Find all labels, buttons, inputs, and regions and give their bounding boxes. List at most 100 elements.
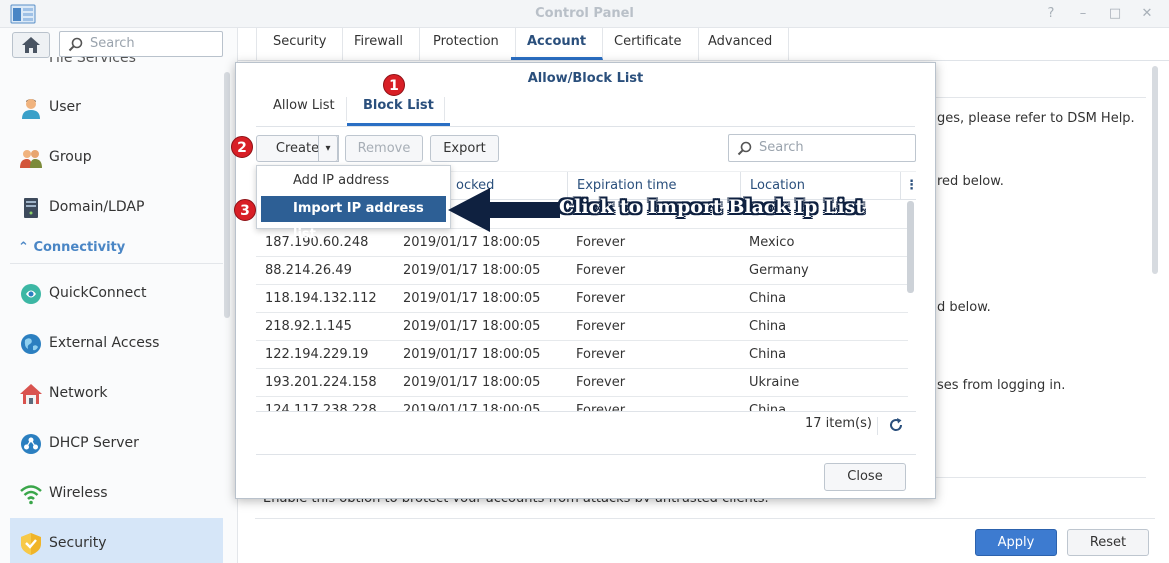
domain-ldap-icon [24,198,38,218]
table-row[interactable]: 218.92.1.145 2019/01/17 18:00:05 Forever… [256,313,908,341]
tab-firewall[interactable]: Firewall [338,28,421,60]
cell-time: 2019/01/17 18:00:05 [403,375,541,390]
sidebar-category-divider [10,263,223,264]
sidebar-item-label: Security [49,535,107,551]
table-row[interactable]: 118.194.132.112 2019/01/17 18:00:05 Fore… [256,285,908,313]
sidebar-item-wireless[interactable]: Wireless [10,470,223,516]
quickconnect-icon [21,284,41,304]
background-text: ges, please refer to DSM Help. [937,111,1135,126]
home-button[interactable] [12,32,50,58]
cell-expiration: Forever [576,291,626,306]
sidebar-item-label: QuickConnect [49,285,147,301]
refresh-icon[interactable] [888,417,904,433]
apply-button[interactable]: Apply [975,529,1057,556]
sidebar-item-security[interactable]: Security [10,518,223,563]
callout-text: Click to Import Black Ip List [559,196,865,218]
cell-ip: 193.201.224.158 [265,375,377,390]
background-text: red below. [937,174,1004,189]
search-icon [737,141,752,156]
table-row[interactable]: 187.190.60.248 2019/01/17 18:00:05 Forev… [256,229,908,257]
grid-scrollbar[interactable] [907,201,914,293]
sidebar-item-user[interactable]: User [10,84,223,130]
close-button[interactable]: Close [824,463,906,491]
reset-button[interactable]: Reset [1067,529,1149,556]
main-scrollbar[interactable] [1152,66,1158,274]
tab-certificate[interactable]: Certificate [598,28,699,60]
sidebar-search-placeholder: Search [90,36,135,51]
step-badge-3: 3 [234,199,256,221]
tab-block-list[interactable]: Block List [347,95,450,126]
sidebar-item-network[interactable]: Network [10,370,223,416]
cell-expiration: Forever [576,403,626,411]
tab-account[interactable]: Account [511,28,604,60]
help-icon[interactable]: ? [1042,5,1060,23]
block-list-search-input[interactable]: Search [728,134,916,162]
tab-security[interactable]: Security [256,28,344,60]
dialog-tabs-divider [256,126,915,127]
table-row[interactable]: 124.117.238.228 2019/01/17 18:00:05 Fore… [256,397,908,411]
section-divider [936,97,1146,98]
sidebar-category-connectivity[interactable]: ⌃ Connectivity [18,240,125,255]
section-divider [936,477,1146,478]
menu-item-import-ip-address-list[interactable]: Import IP address list [261,196,446,242]
window-title: Control Panel [535,6,634,21]
user-icon [22,99,40,119]
column-menu-icon[interactable]: ⋮ [900,172,918,200]
sidebar-item-dhcp-server[interactable]: DHCP Server [10,420,223,466]
cell-ip: 122.194.229.19 [265,347,369,362]
sidebar: Search File Services User Group Domain/L… [0,28,238,563]
table-row[interactable]: 122.194.229.19 2019/01/17 18:00:05 Forev… [256,341,908,369]
cell-location: China [749,347,787,362]
create-dropdown-toggle[interactable]: ▾ [318,135,338,162]
close-window-icon[interactable]: ✕ [1138,5,1156,23]
sidebar-item-group[interactable]: Group [10,134,223,180]
grid-footer-divider [256,411,916,412]
sidebar-scrollbar[interactable] [224,72,230,318]
cell-location: Mexico [749,235,795,250]
cell-location: Ukraine [749,375,800,390]
sidebar-item-label: External Access [49,335,160,351]
cell-location: China [749,319,787,334]
globe-icon [21,334,41,354]
cell-ip: 218.92.1.145 [265,319,352,334]
tab-advanced[interactable]: Advanced [692,28,790,60]
shield-icon [21,533,41,555]
search-placeholder: Search [759,140,804,155]
callout-arrow-icon [448,188,560,232]
tab-allow-list[interactable]: Allow List [257,95,351,126]
cell-time: 2019/01/17 18:00:05 [403,291,541,306]
caret-down-icon: ▾ [325,143,331,154]
main-tabs-divider [238,60,1169,61]
main-tabs: Security Firewall Protection Account Cer… [238,28,1169,60]
create-dropdown-menu: Add IP address Import IP address list [256,165,451,242]
cell-time: 2019/01/17 18:00:05 [403,347,541,362]
table-row[interactable]: 88.214.26.49 2019/01/17 18:00:05 Forever… [256,257,908,285]
wifi-icon [20,485,42,505]
step-badge-1: 1 [383,74,405,96]
sidebar-item-external-access[interactable]: External Access [10,320,223,366]
table-row[interactable]: 193.201.224.158 2019/01/17 18:00:05 Fore… [256,369,908,397]
tab-protection[interactable]: Protection [417,28,516,60]
sidebar-item-domain-ldap[interactable]: Domain/LDAP [10,184,223,230]
sidebar-item-quickconnect[interactable]: QuickConnect [10,270,223,316]
sidebar-category-label: Connectivity [33,240,126,255]
remove-button[interactable]: Remove [345,135,423,162]
dhcp-icon [21,434,41,454]
maximize-icon[interactable]: □ [1106,5,1124,23]
menu-item-add-ip-address[interactable]: Add IP address [261,168,446,194]
search-icon [68,37,83,52]
title-bar: Control Panel ? – □ ✕ [0,0,1169,28]
sidebar-search-input[interactable]: Search [59,31,223,57]
sidebar-item-label: Group [49,149,92,165]
chevron-up-icon: ⌃ [18,240,29,255]
step-badge-2: 2 [231,136,253,158]
cell-ip: 88.214.26.49 [265,263,352,278]
cell-time: 2019/01/17 18:00:05 [403,263,541,278]
cell-expiration: Forever [576,263,626,278]
export-button[interactable]: Export [430,135,499,162]
cell-location: China [749,403,787,411]
minimize-icon[interactable]: – [1074,5,1092,23]
sidebar-item-label: User [49,99,81,115]
cell-expiration: Forever [576,347,626,362]
dialog-title: Allow/Block List [527,71,644,86]
